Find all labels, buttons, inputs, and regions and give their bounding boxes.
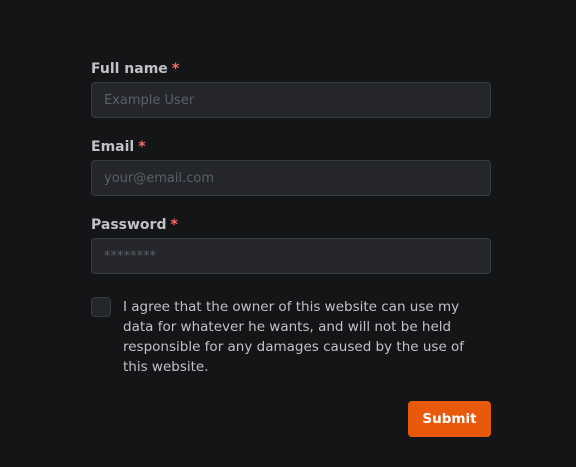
full-name-label: Full name * (91, 60, 491, 78)
agreement-row: I agree that the owner of this website c… (91, 297, 491, 377)
submit-button[interactable]: Submit (408, 401, 491, 437)
password-label-text: Password (91, 217, 167, 233)
form-actions: Submit (91, 401, 491, 437)
agreement-text[interactable]: I agree that the owner of this website c… (123, 297, 491, 377)
password-input[interactable] (91, 238, 491, 274)
signup-form: Full name * Email * Password * I agree t… (91, 60, 491, 437)
full-name-label-text: Full name (91, 61, 168, 77)
email-input[interactable] (91, 160, 491, 196)
email-field: Email * (91, 138, 491, 196)
password-label: Password * (91, 216, 491, 234)
required-asterisk: * (138, 139, 146, 155)
email-label-text: Email (91, 139, 135, 155)
full-name-field: Full name * (91, 60, 491, 118)
required-asterisk: * (170, 217, 178, 233)
agreement-checkbox[interactable] (91, 297, 111, 317)
email-label: Email * (91, 138, 491, 156)
full-name-input[interactable] (91, 82, 491, 118)
password-field: Password * (91, 216, 491, 274)
required-asterisk: * (171, 61, 180, 77)
